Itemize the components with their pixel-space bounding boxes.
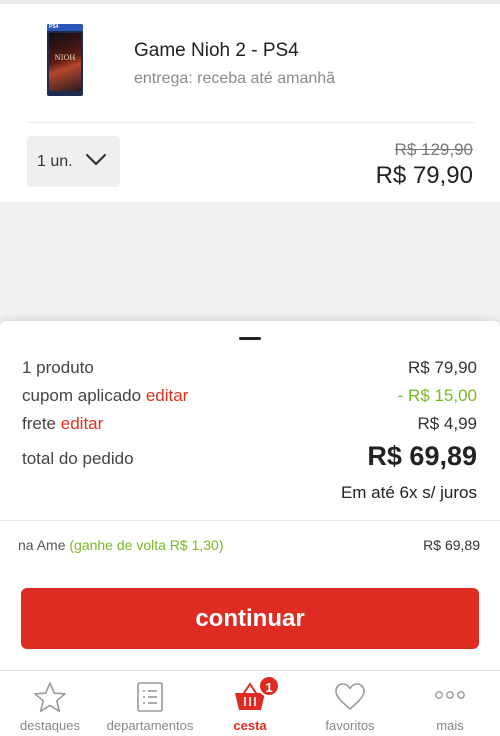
installments-info: Em até 6x s/ juros [340, 483, 477, 502]
coupon-label: cupom aplicado [22, 386, 142, 405]
tab-mais[interactable]: mais [400, 671, 500, 736]
divider [0, 520, 500, 521]
continue-button[interactable]: continuar [21, 588, 479, 649]
shipping-label: frete [22, 414, 57, 433]
ame-price: R$ 69,89 [423, 537, 480, 553]
item-price: R$ 79,90 [375, 162, 473, 189]
list-icon [137, 682, 163, 712]
tab-departamentos[interactable]: departamentos [100, 671, 200, 736]
edit-coupon-link[interactable]: editar [146, 386, 189, 405]
sheet-drag-handle[interactable] [239, 337, 261, 340]
cart-item-card: PS4 NIOH Game Nioh 2 - PS4 entrega: rece… [0, 4, 500, 202]
tab-destaques[interactable]: destaques [0, 671, 100, 736]
order-total-label: total do pedido [22, 449, 134, 468]
quantity-value: 1 un. [37, 153, 73, 170]
ame-payment-row: na Ame (ganhe de volta R$ 1,30) [18, 537, 223, 553]
coupon-discount: - R$ 15,00 [397, 386, 477, 405]
order-total: R$ 69,89 [367, 441, 477, 471]
original-price: R$ 129,90 [394, 140, 473, 159]
cart-count-badge: 1 [258, 675, 280, 697]
more-icon [435, 691, 465, 699]
product-name[interactable]: Game Nioh 2 - PS4 [134, 40, 299, 62]
delivery-estimate: entrega: receba até amanhã [134, 70, 336, 87]
tab-cesta[interactable]: 1 cesta [200, 671, 300, 736]
product-image[interactable]: PS4 NIOH [47, 24, 83, 96]
heart-icon [335, 683, 365, 710]
products-subtotal: R$ 79,90 [408, 358, 477, 377]
products-count-label: 1 produto [22, 358, 94, 377]
edit-shipping-link[interactable]: editar [61, 414, 104, 433]
chevron-down-icon [85, 153, 107, 166]
star-icon [34, 682, 66, 713]
quantity-select[interactable]: 1 un. [27, 136, 120, 187]
coupon-row: cupom aplicado editar [22, 386, 188, 406]
shipping-row: frete editar [22, 414, 103, 434]
divider [27, 122, 475, 123]
bottom-tab-bar: destaques departamentos 1 cesta favorito… [0, 670, 500, 736]
shipping-cost: R$ 4,99 [417, 414, 477, 433]
ame-label: na Ame [18, 537, 66, 553]
tab-favoritos[interactable]: favoritos [300, 671, 400, 736]
ame-cashback: (ganhe de volta R$ 1,30) [69, 537, 224, 553]
